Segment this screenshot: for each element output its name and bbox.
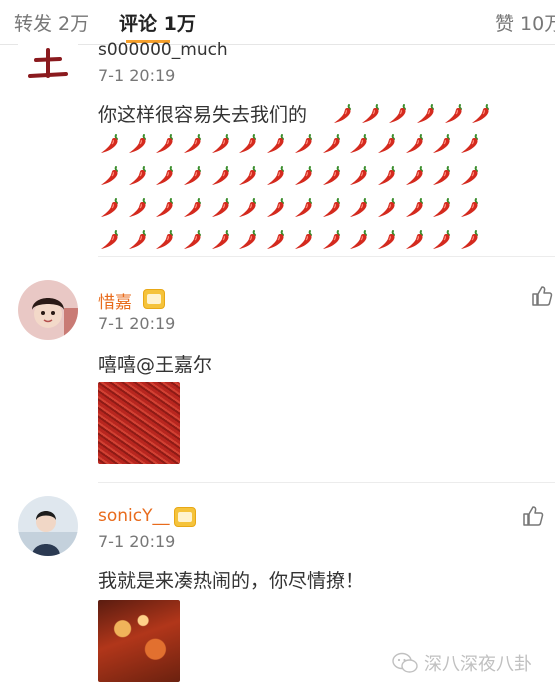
chili-pepper-icon bbox=[375, 164, 399, 188]
chili-pepper-icon bbox=[458, 132, 482, 156]
avatar-calligraphy-image bbox=[18, 36, 78, 96]
like-icon[interactable] bbox=[530, 284, 554, 308]
chili-pepper-icon bbox=[347, 196, 371, 220]
chili-pepper-icon bbox=[430, 196, 454, 220]
watermark: 深八深夜八卦 bbox=[392, 650, 532, 676]
watermark-text: 深八深夜八卦 bbox=[424, 654, 532, 675]
chili-pepper-icon bbox=[292, 164, 316, 188]
chili-pepper-icon bbox=[347, 164, 371, 188]
tab-repost[interactable]: 转发 2万 bbox=[14, 9, 89, 36]
comment-text: 我就是来凑热闹的，你尽情撩！ bbox=[98, 570, 365, 592]
chili-pepper-icon bbox=[181, 164, 205, 188]
username[interactable]: 惜嘉 bbox=[98, 288, 132, 313]
chili-pepper-icon bbox=[469, 102, 493, 126]
vip-crown-icon bbox=[143, 289, 165, 309]
comment-image[interactable] bbox=[98, 382, 180, 464]
chili-pepper-icon bbox=[403, 196, 427, 220]
chili-pepper-icon bbox=[126, 132, 150, 156]
avatar-photo-girl bbox=[18, 280, 78, 340]
chili-pepper-icon bbox=[430, 164, 454, 188]
comment-tabs: 转发 2万 评论 1万 赞 10万 bbox=[0, 0, 555, 45]
chili-pepper-icon bbox=[292, 132, 316, 156]
comment-text: 嘻嘻@王嘉尔 bbox=[98, 354, 213, 376]
chili-pepper-icon bbox=[386, 102, 410, 126]
comment-image[interactable] bbox=[98, 600, 180, 682]
chili-pepper-icon bbox=[458, 196, 482, 220]
username[interactable]: sonicY__ bbox=[98, 506, 170, 526]
tab-like[interactable]: 赞 10万 bbox=[495, 9, 555, 36]
chili-pepper-icon bbox=[181, 132, 205, 156]
chili-pepper-icon bbox=[403, 164, 427, 188]
chili-pepper-icon bbox=[292, 228, 316, 252]
chili-pepper-icon bbox=[236, 228, 260, 252]
chili-pepper-icon bbox=[292, 196, 316, 220]
chili-pepper-icon bbox=[209, 228, 233, 252]
chili-pepper-icon bbox=[347, 228, 371, 252]
chili-pepper-icon bbox=[153, 164, 177, 188]
comment-time: 7-1 20:19 bbox=[98, 532, 176, 551]
chili-emoji-row bbox=[331, 102, 497, 126]
avatar-photo-person bbox=[18, 496, 78, 556]
chili-pepper-icon bbox=[153, 228, 177, 252]
comment-item: s000000_much 7-1 20:19 你这样很容易失去我们的 bbox=[0, 36, 555, 256]
chili-pepper-icon bbox=[264, 228, 288, 252]
avatar[interactable] bbox=[18, 36, 78, 96]
chili-pepper-icon bbox=[126, 228, 150, 252]
chili-pepper-icon bbox=[264, 196, 288, 220]
like-icon[interactable] bbox=[521, 504, 545, 528]
chili-pepper-icon bbox=[359, 102, 383, 126]
chili-pepper-icon bbox=[375, 196, 399, 220]
chili-pepper-icon bbox=[98, 164, 122, 188]
chili-pepper-icon bbox=[209, 132, 233, 156]
chili-pepper-icon bbox=[236, 164, 260, 188]
chili-pepper-icon bbox=[98, 132, 122, 156]
chili-pepper-icon bbox=[264, 132, 288, 156]
chili-pepper-icon bbox=[375, 228, 399, 252]
chili-pepper-icon bbox=[320, 228, 344, 252]
chili-pepper-icon bbox=[442, 102, 466, 126]
chili-pepper-icon bbox=[236, 196, 260, 220]
chili-pepper-icon bbox=[98, 196, 122, 220]
chili-pepper-icon bbox=[126, 196, 150, 220]
chili-pepper-icon bbox=[153, 196, 177, 220]
chili-pepper-icon bbox=[98, 228, 122, 252]
avatar[interactable] bbox=[18, 280, 78, 340]
chili-pepper-icon bbox=[181, 196, 205, 220]
chili-pepper-icon bbox=[458, 164, 482, 188]
chili-pepper-icon bbox=[236, 132, 260, 156]
comment-time: 7-1 20:19 bbox=[98, 314, 176, 333]
chili-pepper-icon bbox=[320, 132, 344, 156]
username[interactable]: s000000_much bbox=[98, 40, 228, 60]
comment-time: 7-1 20:19 bbox=[98, 66, 176, 85]
chili-pepper-icon bbox=[209, 196, 233, 220]
chili-pepper-icon bbox=[458, 228, 482, 252]
avatar[interactable] bbox=[18, 496, 78, 556]
chili-pepper-icon bbox=[331, 102, 355, 126]
chili-pepper-icon bbox=[414, 102, 438, 126]
chili-pepper-icon bbox=[347, 132, 371, 156]
tab-comment[interactable]: 评论 1万 bbox=[119, 9, 196, 36]
comment-text: 你这样很容易失去我们的 bbox=[98, 104, 308, 126]
chili-pepper-icon bbox=[153, 132, 177, 156]
chili-pepper-icon bbox=[430, 132, 454, 156]
chili-pepper-icon bbox=[375, 132, 399, 156]
chili-pepper-icon bbox=[403, 132, 427, 156]
chili-pepper-icon bbox=[403, 228, 427, 252]
chili-pepper-icon bbox=[264, 164, 288, 188]
chili-pepper-icon bbox=[320, 196, 344, 220]
vip-crown-icon bbox=[174, 507, 196, 527]
comment-item: 惜嘉 7-1 20:19 嘻嘻@王嘉尔 bbox=[0, 256, 555, 482]
wechat-icon bbox=[392, 652, 418, 673]
chili-pepper-icon bbox=[209, 164, 233, 188]
chili-pepper-icon bbox=[181, 228, 205, 252]
chili-pepper-icon bbox=[320, 164, 344, 188]
chili-pepper-icon bbox=[430, 228, 454, 252]
chili-pepper-icon bbox=[126, 164, 150, 188]
chili-emoji-grid bbox=[98, 132, 486, 260]
